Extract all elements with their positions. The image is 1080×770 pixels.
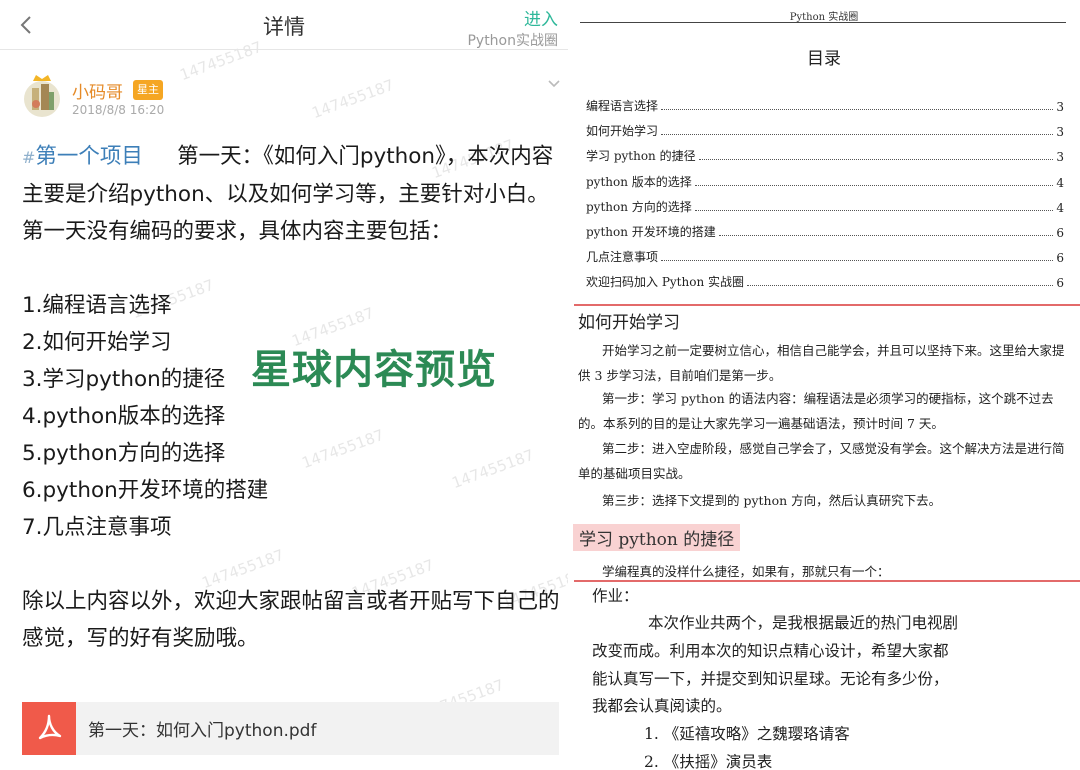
section-divider: [574, 580, 1080, 582]
chevron-left-icon: [20, 16, 31, 34]
list-item: 1.编程语言选择: [22, 293, 172, 318]
preview-overlay-text: 星球内容预览: [251, 347, 497, 393]
list-item: 5.python方向的选择: [22, 441, 226, 466]
toc-entry: 几点注意事项 6: [586, 250, 1064, 265]
toc-entry: python 方向的选择 4: [586, 200, 1064, 215]
section-paragraph: 第三步：选择下文提到的 python 方向，然后认真研究下去。: [602, 493, 942, 508]
highlighted-heading: 学习 python 的捷径: [573, 524, 741, 551]
topic-tag[interactable]: #第一个项目: [22, 144, 143, 169]
circle-name[interactable]: Python实战圈: [467, 30, 558, 50]
toc-entry: python 开发环境的搭建 6: [586, 225, 1064, 240]
list-item: 4.python版本的选择: [22, 404, 226, 429]
pdf-icon: [22, 702, 76, 755]
section-paragraph: 开始学习之前一定要树立信心，相信自己能学会，并且可以坚持下来。这里给大家提供 3…: [578, 343, 1065, 383]
homework-line: 能认真写一下，并提交到知识星球。无论有多少份，: [592, 670, 949, 688]
homework-line: 我都会认真阅读的。: [592, 697, 732, 715]
homework-item: 1. 《延禧攻略》之魏璎珞请客: [644, 725, 850, 743]
homework-line: 本次作业共两个，是我根据最近的热门电视剧: [648, 614, 959, 632]
homework-label: 作业：: [592, 587, 639, 605]
post-closing: 除以上内容以外，欢迎大家跟帖留言或者开贴写下自己的感觉，写的好有奖励哦。: [22, 589, 560, 651]
hash-icon: #: [22, 148, 36, 167]
doc-running-header: Python 实战圈: [789, 12, 859, 23]
toc-title: 目录: [807, 49, 841, 69]
chevron-down-icon[interactable]: [546, 76, 562, 92]
section-heading: 如何开始学习: [578, 313, 680, 333]
toc-entry: python 版本的选择 4: [586, 175, 1064, 190]
homework-line: 改变而成。利用本次的知识点精心设计，希望大家都: [592, 642, 949, 660]
post-detail-screen: 147455187 147455187 147455187 147455187 …: [0, 0, 568, 770]
homework-item: 2. 《扶摇》演员表: [644, 753, 773, 770]
section-paragraph: 第一步：学习 python 的语法内容：编程语法是必须学习的硬指标，这个跳不过去…: [578, 391, 1054, 431]
section-divider: [574, 304, 1080, 306]
avatar-image: [24, 75, 60, 117]
section-paragraph: 第二步：进入空虚阶段，感觉自己学会了，又感觉没有学会。这个解决方法是进行简单的基…: [578, 441, 1065, 481]
watermark: 147455187: [309, 75, 397, 123]
back-button[interactable]: [12, 10, 42, 40]
pdf-attachment[interactable]: 第一天：如何入门python.pdf: [22, 702, 559, 755]
avatar[interactable]: [22, 74, 62, 118]
toc-entry: 欢迎扫码加入 Python 实战圈 6: [586, 275, 1064, 290]
enter-circle-button[interactable]: 进入: [524, 5, 558, 30]
post-timestamp: 2018/8/8 16:20: [72, 103, 165, 117]
toc-entry: 如何开始学习 3: [586, 124, 1064, 139]
owner-badge: 星主: [133, 80, 163, 100]
post-content: #第一个项目 第一天：《如何入门python》，本次内容主要是介绍python、…: [22, 138, 562, 657]
toc-entry: 学习 python 的捷径 3: [586, 149, 1064, 164]
list-item: 7.几点注意事项: [22, 515, 172, 540]
header-divider: [580, 22, 1066, 23]
toc-entry: 编程语言选择 3: [586, 99, 1064, 114]
post-intro: #第一个项目 第一天：《如何入门python》，本次内容主要是介绍python、…: [22, 138, 562, 250]
author-name[interactable]: 小码哥: [72, 78, 123, 103]
list-item: 6.python开发环境的搭建: [22, 478, 269, 503]
nav-bar: 详情 进入 Python实战圈: [0, 0, 568, 50]
pdf-preview-page: Python 实战圈 目录 编程语言选择 3 如何开始学习 3 学习 python …: [568, 0, 1080, 770]
section-paragraph: 学编程真的没样什么捷径，如果有，那就只有一个：: [602, 564, 890, 579]
attachment-filename: 第一天：如何入门python.pdf: [88, 721, 317, 741]
